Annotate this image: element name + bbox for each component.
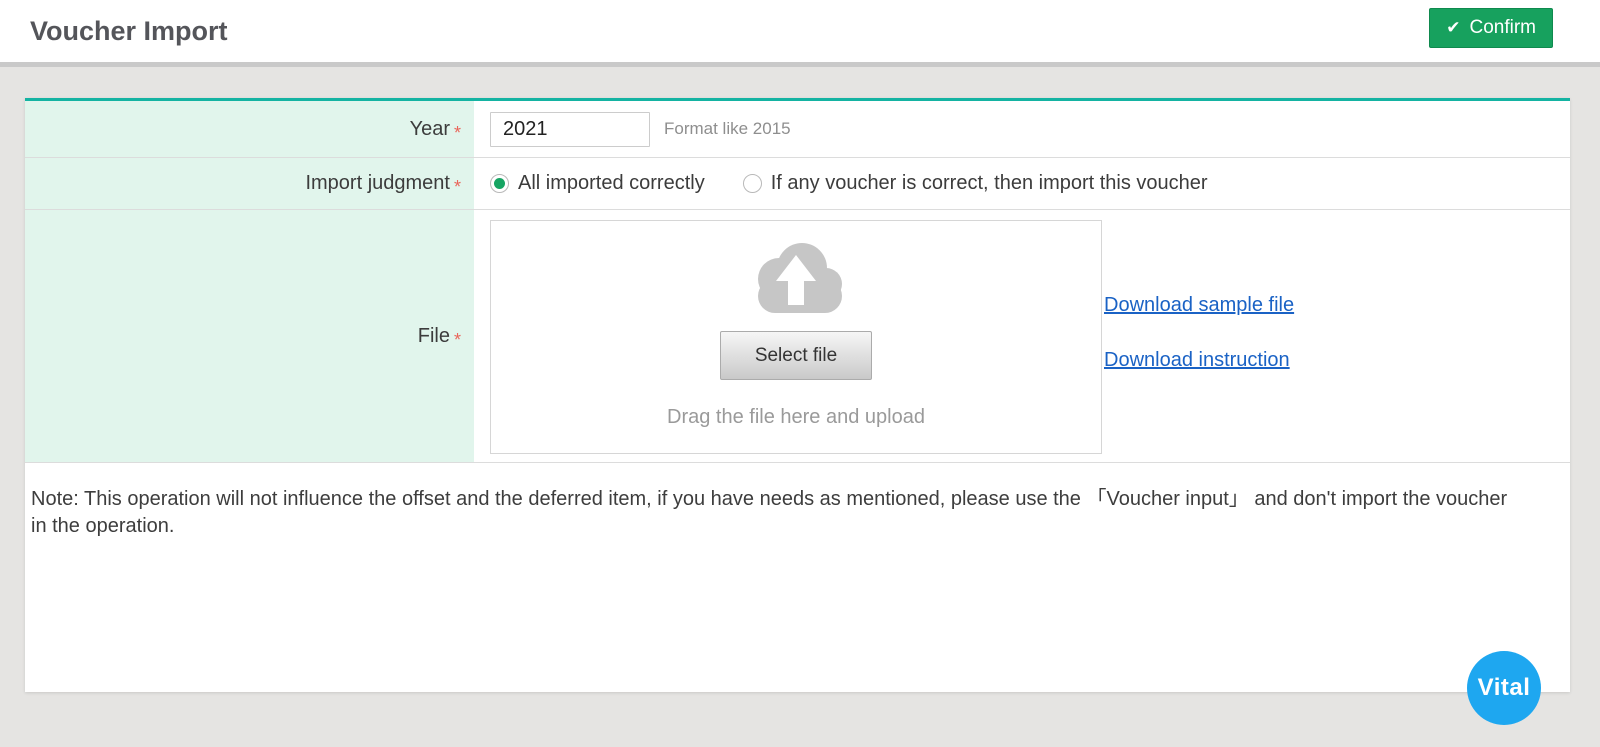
radio-option-any-correct[interactable]: If any voucher is correct, then import t… bbox=[743, 172, 1208, 195]
year-format-hint: Format like 2015 bbox=[664, 119, 791, 139]
upload-dropzone[interactable]: Select file Drag the file here and uploa… bbox=[490, 220, 1102, 454]
check-icon: ✔ bbox=[1446, 18, 1460, 38]
confirm-button-label: Confirm bbox=[1469, 17, 1536, 39]
file-content-cell: Select file Drag the file here and uploa… bbox=[474, 210, 1570, 462]
import-judgment-row: Import judgment * All imported correctly… bbox=[25, 158, 1570, 210]
download-links: Download sample file Download instructio… bbox=[1104, 294, 1294, 372]
year-label: Year bbox=[410, 118, 450, 141]
voucher-import-page: Voucher Import ✔ Confirm Year * Format l… bbox=[0, 0, 1600, 747]
required-asterisk: * bbox=[454, 123, 461, 144]
radio-option-all-imported[interactable]: All imported correctly bbox=[490, 172, 705, 195]
page-title: Voucher Import bbox=[30, 16, 228, 47]
import-judgment-label-cell: Import judgment * bbox=[25, 158, 474, 209]
note-text: Note: This operation will not influence … bbox=[31, 486, 1515, 540]
file-label-cell: File * bbox=[25, 210, 474, 462]
form-card: Year * Format like 2015 Import judgment … bbox=[25, 98, 1570, 692]
radio-option-label: All imported correctly bbox=[518, 172, 705, 195]
select-file-button[interactable]: Select file bbox=[720, 331, 872, 380]
cloud-upload-icon bbox=[746, 237, 846, 315]
radio-selected-icon[interactable] bbox=[490, 174, 509, 193]
required-asterisk: * bbox=[454, 177, 461, 198]
import-judgment-label: Import judgment bbox=[305, 172, 450, 195]
radio-unselected-icon[interactable] bbox=[743, 174, 762, 193]
vital-logo-text: Vital bbox=[1478, 674, 1531, 702]
note-area: Note: This operation will not influence … bbox=[25, 463, 1570, 540]
header: Voucher Import ✔ Confirm bbox=[0, 0, 1600, 62]
radio-option-label: If any voucher is correct, then import t… bbox=[771, 172, 1208, 195]
year-input[interactable] bbox=[490, 112, 650, 147]
import-judgment-content-cell: All imported correctly If any voucher is… bbox=[474, 158, 1570, 209]
year-content-cell: Format like 2015 bbox=[474, 101, 1570, 157]
confirm-button[interactable]: ✔ Confirm bbox=[1429, 8, 1553, 48]
header-divider bbox=[0, 62, 1600, 67]
download-instruction-link[interactable]: Download instruction bbox=[1104, 349, 1294, 372]
required-asterisk: * bbox=[454, 330, 461, 351]
year-row: Year * Format like 2015 bbox=[25, 101, 1570, 158]
file-row: File * Select file Drag the bbox=[25, 210, 1570, 463]
download-sample-link[interactable]: Download sample file bbox=[1104, 294, 1294, 317]
file-label: File bbox=[418, 325, 450, 348]
vital-logo[interactable]: Vital bbox=[1467, 651, 1541, 725]
year-label-cell: Year * bbox=[25, 101, 474, 157]
drag-hint: Drag the file here and upload bbox=[667, 406, 925, 429]
import-judgment-radio-group: All imported correctly If any voucher is… bbox=[490, 172, 1208, 195]
